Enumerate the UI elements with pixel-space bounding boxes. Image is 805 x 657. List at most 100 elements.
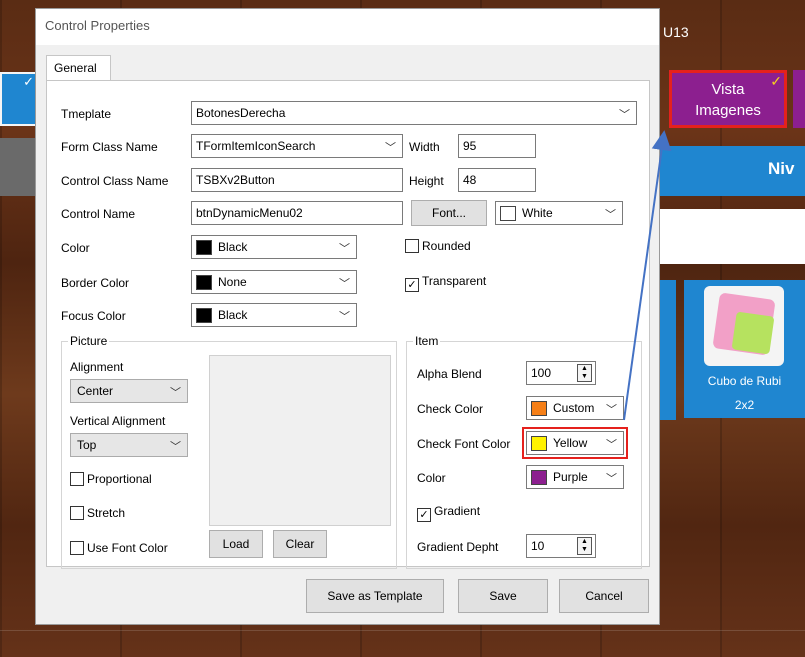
load-button[interactable]: Load — [209, 530, 263, 558]
font-color-value: White — [522, 206, 553, 220]
item-group-label: Item — [413, 334, 441, 348]
general-tab-panel: Tmeplate BotonesDerecha ﹀ Form Class Nam… — [46, 80, 650, 569]
background-banner: Niv — [660, 146, 805, 196]
tile-vista-imagenes[interactable]: ✓ Vista Imagenes — [669, 70, 787, 128]
proportional-checkbox[interactable]: Proportional — [70, 472, 152, 486]
clear-button[interactable]: Clear — [273, 530, 327, 558]
width-input[interactable]: 95 — [458, 134, 536, 158]
width-label: Width — [409, 140, 440, 154]
rounded-label: Rounded — [422, 239, 471, 253]
checkmark-icon: ✓ — [23, 74, 34, 89]
check-color-select[interactable]: Custom ﹀ — [526, 396, 624, 420]
tile-vista-line1: Vista — [711, 81, 745, 98]
chevron-down-icon: ﹀ — [605, 209, 616, 221]
highlight-frame — [522, 427, 628, 459]
chevron-down-icon: ﹀ — [339, 311, 350, 323]
transparent-label: Transparent — [422, 274, 487, 288]
item-color-swatch — [531, 470, 547, 485]
cancel-button[interactable]: Cancel — [559, 579, 649, 613]
alpha-blend-label: Alpha Blend — [417, 367, 482, 381]
color-value: Black — [218, 240, 248, 254]
chevron-down-icon: ﹀ — [385, 142, 396, 154]
border-color-label: Border Color — [61, 276, 130, 290]
alpha-blend-spinner[interactable]: 100 ▲ ▼ — [526, 361, 596, 385]
gradient-depth-value: 10 — [531, 539, 545, 553]
chevron-down-icon: ﹀ — [606, 473, 617, 485]
checkbox-box — [405, 239, 419, 253]
background-white-panel — [660, 209, 805, 264]
font-color-select[interactable]: White ﹀ — [495, 201, 623, 225]
tab-general[interactable]: General — [46, 55, 111, 81]
template-select[interactable]: BotonesDerecha ﹀ — [191, 101, 637, 125]
close-icon[interactable]: ✕ — [629, 18, 649, 38]
color-label: Color — [61, 241, 90, 255]
checkbox-box — [70, 541, 84, 555]
dialog-titlebar[interactable]: Control Properties ✕ — [36, 9, 659, 45]
focus-color-swatch — [196, 308, 212, 323]
stretch-checkbox[interactable]: Stretch — [70, 506, 125, 520]
alignment-value: Center — [77, 384, 114, 398]
focus-color-select[interactable]: Black ﹀ — [191, 303, 357, 327]
background-line — [0, 630, 805, 631]
font-button[interactable]: Font... — [411, 200, 487, 226]
chevron-down-icon: ﹀ — [170, 441, 181, 453]
alpha-blend-value: 100 — [531, 366, 552, 380]
background-gray-bar — [0, 138, 40, 196]
item-color-label: Color — [417, 471, 446, 485]
picture-preview[interactable] — [209, 355, 391, 526]
check-font-color-label: Check Font Color — [417, 437, 511, 451]
checkbox-box — [70, 506, 84, 520]
form-class-select[interactable]: TFormItemIconSearch ﹀ — [191, 134, 403, 158]
gradient-depth-spinner[interactable]: 10 ▲ ▼ — [526, 534, 596, 558]
cube-image — [704, 286, 784, 366]
height-label: Height — [409, 174, 444, 188]
item-color-select[interactable]: Purple ﹀ — [526, 465, 624, 489]
gradient-label: Gradient — [434, 504, 481, 518]
vertical-alignment-label: Vertical Alignment — [70, 414, 166, 428]
check-color-value: Custom — [553, 401, 595, 415]
tile-cubo-line2: 2x2 — [734, 398, 755, 412]
use-font-color-label: Use Font Color — [87, 541, 168, 555]
focus-color-label: Focus Color — [61, 309, 126, 323]
control-properties-dialog: Control Properties ✕ General Tmeplate Bo… — [35, 8, 660, 625]
tile-cubo-rubik[interactable]: Cubo de Rubi 2x2 — [684, 280, 805, 418]
chevron-down-icon: ﹀ — [606, 404, 617, 416]
template-value: BotonesDerecha — [196, 106, 286, 120]
vertical-alignment-value: Top — [77, 438, 97, 452]
proportional-label: Proportional — [87, 472, 152, 486]
spin-updown-icon[interactable]: ▲ ▼ — [577, 537, 592, 555]
background-tile-left[interactable]: ✓ — [0, 72, 40, 126]
border-color-swatch — [196, 275, 212, 290]
chevron-down-icon: ﹀ — [339, 278, 350, 290]
save-as-template-button[interactable]: Save as Template — [306, 579, 444, 613]
vertical-alignment-select[interactable]: Top ﹀ — [70, 433, 188, 457]
control-name-input[interactable]: btnDynamicMenu02 — [191, 201, 403, 225]
save-button[interactable]: Save — [458, 579, 548, 613]
alignment-label: Alignment — [70, 360, 124, 374]
form-class-label: Form Class Name — [61, 140, 158, 154]
gradient-checkbox[interactable]: ✓ Gradient — [417, 504, 480, 522]
alignment-select[interactable]: Center ﹀ — [70, 379, 188, 403]
chevron-down-icon: ﹀ — [170, 387, 181, 399]
picture-group: Picture Alignment Center ﹀ Vertical Alig… — [61, 334, 397, 569]
item-group: Item Alpha Blend 100 ▲ ▼ Check Color Cust… — [406, 334, 642, 569]
check-color-label: Check Color — [417, 402, 484, 416]
tile-vista-line2: Imagenes — [695, 102, 761, 119]
chevron-down-icon: ﹀ — [619, 109, 630, 121]
item-color-value: Purple — [553, 470, 588, 484]
color-select[interactable]: Black ﹀ — [191, 235, 357, 259]
rounded-checkbox[interactable]: Rounded — [405, 239, 471, 253]
dialog-title: Control Properties — [45, 18, 150, 33]
template-label: Tmeplate — [61, 107, 112, 121]
checkbox-box — [70, 472, 84, 486]
height-input[interactable]: 48 — [458, 168, 536, 192]
gradient-depth-label: Gradient Depht — [417, 540, 499, 554]
transparent-checkbox[interactable]: ✓ Transparent — [405, 274, 486, 292]
border-color-select[interactable]: None ﹀ — [191, 270, 357, 294]
background-label-u13: U13 — [663, 24, 689, 40]
font-color-swatch — [500, 206, 516, 221]
control-class-input[interactable]: TSBXv2Button — [191, 168, 403, 192]
spin-updown-icon[interactable]: ▲ ▼ — [577, 364, 592, 382]
background-purple-edge — [793, 70, 805, 128]
use-font-color-checkbox[interactable]: Use Font Color — [70, 541, 168, 555]
